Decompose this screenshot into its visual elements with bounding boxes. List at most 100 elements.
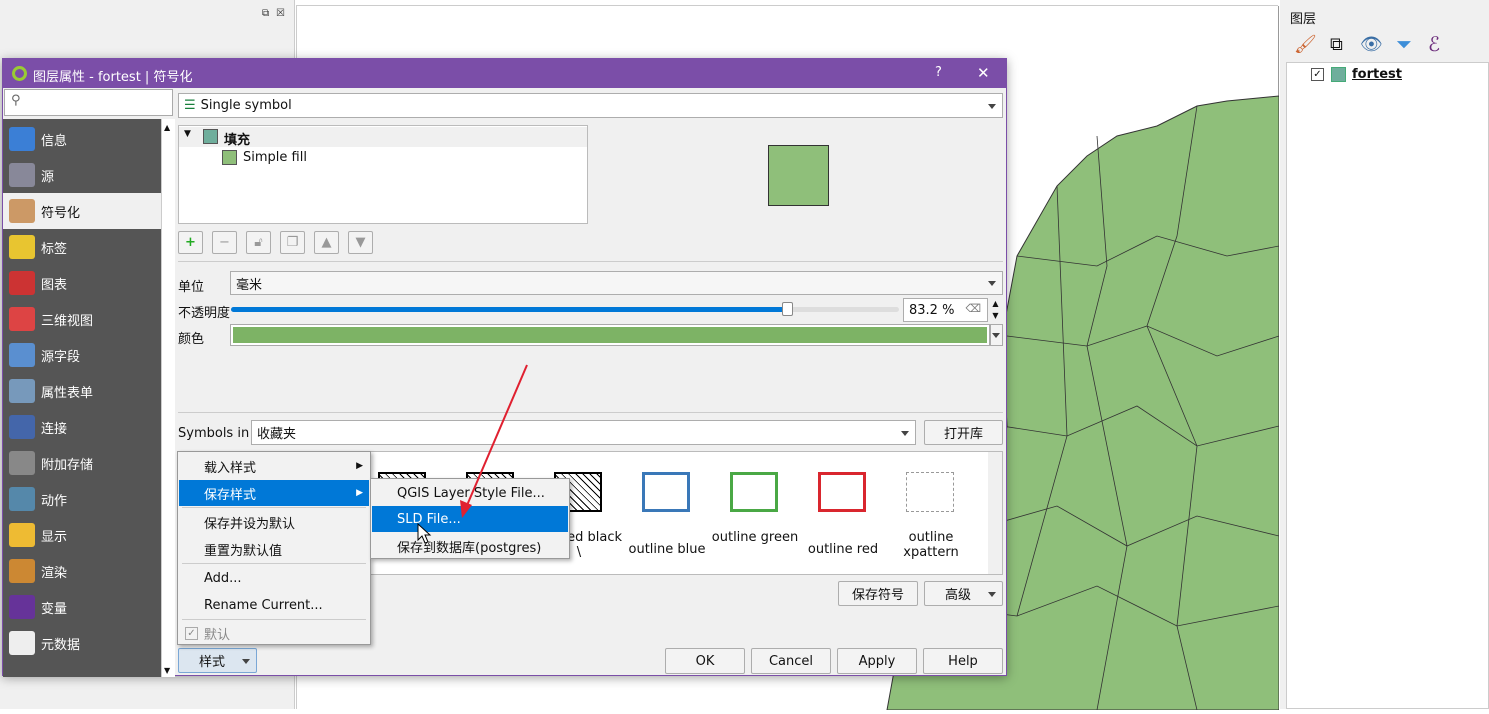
sidebar-item[interactable]: 连接: [3, 409, 161, 445]
symbols-group-select[interactable]: 收藏夹: [251, 420, 916, 445]
sidebar-item[interactable]: 动作: [3, 481, 161, 517]
search-icon: ⚲: [11, 93, 21, 108]
style-button[interactable]: 样式: [178, 648, 257, 673]
help-title-button[interactable]: ?: [935, 65, 942, 80]
menu-item-default[interactable]: ✓ 默认: [179, 620, 369, 646]
sidebar-item-label: 元数据: [41, 637, 81, 653]
menu-item-rename-current[interactable]: Rename Current...: [179, 592, 369, 618]
color-dropdown[interactable]: [990, 324, 1003, 346]
symbol-swatch[interactable]: [818, 472, 866, 512]
layer-symbol-swatch: [1331, 67, 1346, 82]
save-symbol-button[interactable]: 保存符号: [838, 581, 918, 606]
dock-float-icon[interactable]: ⧉: [262, 8, 269, 19]
opacity-slider-handle[interactable]: [781, 302, 793, 316]
symbol-list-scrollbar[interactable]: [988, 452, 1002, 574]
ok-button[interactable]: OK: [665, 648, 745, 674]
tree-row-simple-fill[interactable]: Simple fill: [179, 148, 587, 168]
style-brush-icon[interactable]: 🖌: [1294, 34, 1317, 55]
add-group-icon[interactable]: ⧉: [1330, 34, 1343, 55]
simple-fill-swatch: [222, 150, 237, 165]
symbology-icon: [9, 199, 35, 223]
opacity-stepper[interactable]: ▲ ▼: [989, 298, 1002, 322]
color-button[interactable]: [230, 324, 990, 346]
color-label: 颜色: [178, 332, 205, 347]
lock-layer-button[interactable]: 🔓︎: [246, 231, 271, 254]
renderer-select[interactable]: ☰ Single symbol: [178, 93, 1003, 118]
sidebar-item[interactable]: 标签: [3, 229, 161, 265]
expression-filter-icon[interactable]: ℰ: [1428, 32, 1440, 56]
labels-icon: [9, 235, 35, 259]
sidebar-item[interactable]: 源字段: [3, 337, 161, 373]
menu-separator: [182, 563, 366, 564]
qgis-logo-icon: [12, 66, 27, 81]
advanced-label: 高级: [945, 588, 972, 603]
symbol-swatch[interactable]: [730, 472, 778, 512]
sidebar-item[interactable]: 元数据: [3, 625, 161, 661]
menu-item-save-as-default[interactable]: 保存并设为默认: [179, 509, 369, 535]
sidebar-item[interactable]: 三维视图: [3, 301, 161, 337]
sidebar-item[interactable]: 源: [3, 157, 161, 193]
visibility-eye-icon[interactable]: 👁: [1360, 34, 1383, 55]
sidebar-item-label: 标签: [41, 241, 68, 257]
cancel-button[interactable]: Cancel: [751, 648, 831, 674]
remove-symbol-layer-button[interactable]: −: [212, 231, 237, 254]
symbol-label: outline xpattern: [903, 530, 959, 560]
symbols-in-label: Symbols in: [178, 426, 250, 441]
auxiliary-storage-icon: [9, 451, 35, 475]
submenu-item-sld-file[interactable]: SLD File...: [372, 506, 568, 532]
tree-row-root[interactable]: ▼ 填充: [179, 127, 587, 148]
sidebar-item[interactable]: 属性表单: [3, 373, 161, 409]
sidebar-item[interactable]: 图表: [3, 265, 161, 301]
submenu-item-qgis-style[interactable]: QGIS Layer Style File...: [372, 480, 568, 506]
symbol-swatch[interactable]: [906, 472, 954, 512]
menu-label: 载入样式: [204, 460, 257, 476]
sidebar-item-label: 动作: [41, 493, 68, 509]
clear-icon[interactable]: ⌫: [965, 302, 981, 315]
menu-label: 保存样式: [204, 487, 257, 503]
sidebar: 信息源符号化标签图表 三维视图 源字段 属性表单 连接 附加存储动作显示渲染变量元数据: [3, 119, 161, 677]
style-menu: 载入样式 ▶ 保存样式 ▶ 保存并设为默认 重置为默认值 Add... Rename…: [177, 451, 371, 645]
add-symbol-layer-button[interactable]: +: [178, 231, 203, 254]
sidebar-item[interactable]: 附加存储: [3, 445, 161, 481]
duplicate-layer-button[interactable]: ❐: [280, 231, 305, 254]
open-library-button[interactable]: 打开库: [924, 420, 1003, 445]
menu-item-load-style[interactable]: 载入样式 ▶: [179, 453, 369, 479]
menu-item-add[interactable]: Add...: [179, 565, 369, 591]
sidebar-item[interactable]: 信息: [3, 121, 161, 157]
style-button-label: 样式: [199, 655, 226, 670]
save-style-submenu: QGIS Layer Style File... SLD File... 保存到…: [370, 478, 570, 559]
sidebar-scrollbar[interactable]: ▲ ▼: [161, 119, 175, 677]
symbols-group-value: 收藏夹: [257, 427, 297, 442]
sidebar-item-label: 显示: [41, 529, 68, 545]
move-up-button[interactable]: ▲: [314, 231, 339, 254]
advanced-button[interactable]: 高级: [924, 581, 1003, 606]
unit-select[interactable]: 毫米: [230, 271, 1003, 295]
unit-label: 单位: [178, 280, 205, 295]
diagrams-icon: [9, 271, 35, 295]
filter-icon[interactable]: ⏷: [1396, 32, 1412, 56]
move-down-button[interactable]: ▼: [348, 231, 373, 254]
opacity-slider-fill: [231, 307, 787, 312]
apply-button[interactable]: Apply: [837, 648, 917, 674]
sidebar-item[interactable]: 符号化: [3, 193, 161, 229]
close-button[interactable]: ✕: [977, 64, 990, 82]
sidebar-item[interactable]: 渲染: [3, 553, 161, 589]
opacity-spinbox[interactable]: 83.2 % ⌫: [903, 298, 988, 322]
layer-name[interactable]: fortest: [1352, 67, 1402, 82]
symbol-preview: [768, 145, 829, 206]
menu-item-restore-default[interactable]: 重置为默认值: [179, 536, 369, 562]
layer-visibility-checkbox[interactable]: ✓: [1311, 68, 1324, 81]
opacity-value: 83.2 %: [909, 302, 955, 318]
sidebar-item[interactable]: 变量: [3, 589, 161, 625]
menu-item-save-style[interactable]: 保存样式 ▶: [179, 480, 369, 506]
sidebar-item-label: 渲染: [41, 565, 68, 581]
symbol-swatch[interactable]: [642, 472, 690, 512]
layer-tree: ✓ fortest: [1286, 62, 1489, 709]
opacity-slider[interactable]: [231, 302, 899, 316]
metadata-icon: [9, 631, 35, 655]
help-button[interactable]: Help: [923, 648, 1003, 674]
search-input[interactable]: ⚲: [4, 89, 173, 116]
submenu-item-save-to-database[interactable]: 保存到数据库(postgres): [372, 533, 568, 559]
sidebar-item[interactable]: 显示: [3, 517, 161, 553]
dock-close-icon[interactable]: ☒: [276, 8, 285, 19]
